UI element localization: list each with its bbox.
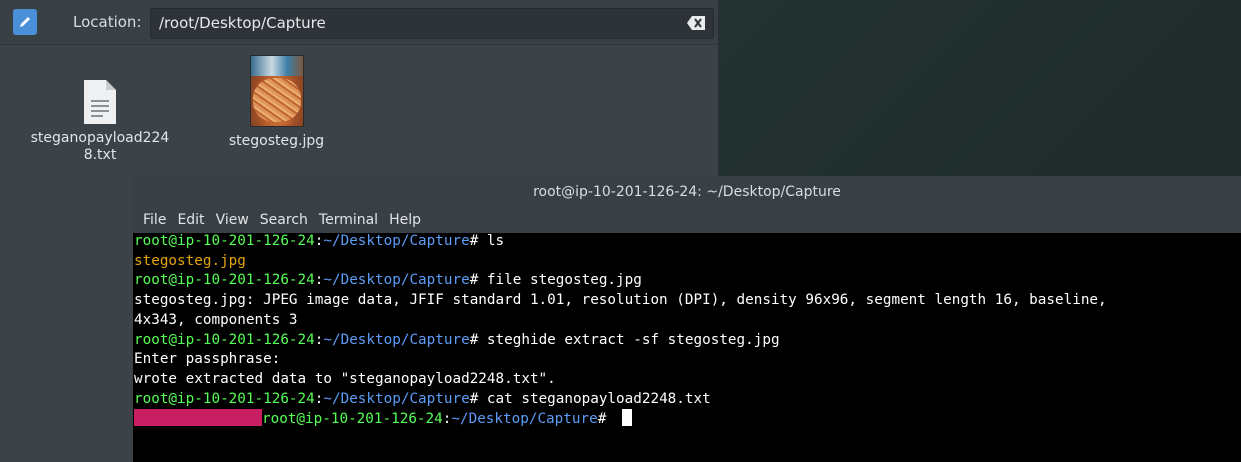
file-item-jpg[interactable]: stegosteg.jpg (214, 55, 339, 150)
command-text: cat steganopayload2248.txt (486, 390, 711, 407)
terminal-line: wrote extracted data to "steganopayload2… (134, 370, 1241, 390)
menu-view[interactable]: View (215, 208, 250, 233)
terminal-line: 4x343, components 3 (134, 311, 1241, 331)
terminal-window[interactable]: root@ip-10-201-126-24: ~/Desktop/Capture… (133, 176, 1241, 462)
file-item-txt[interactable]: steganopayload224 8.txt (25, 80, 175, 164)
prompt-path: ~/Desktop/Capture (323, 272, 470, 289)
prompt-path: ~/Desktop/Capture (451, 411, 598, 428)
prompt-path: ~/Desktop/Capture (323, 390, 470, 407)
terminal-line: root@ip-10-201-126-24:~/Desktop/Capture#… (134, 233, 505, 249)
output-text: Enter passphrase: (134, 351, 281, 368)
command-text: file stegosteg.jpg (486, 272, 642, 289)
text-cursor (621, 409, 632, 427)
file-name-line2: 8.txt (83, 147, 117, 163)
file-name: stegosteg.jpg (228, 133, 325, 149)
prompt-user: root@ip-10-201-126-24 (134, 390, 315, 407)
file-name-line1: steganopayload224 (30, 130, 170, 146)
command-text: ls (486, 233, 505, 249)
prompt-user: root@ip-10-201-126-24 (134, 272, 315, 289)
terminal-line: Enter passphrase: (134, 350, 1241, 370)
terminal-line: root@ip-10-201-126-24:~/Desktop/Capture#… (134, 331, 780, 348)
menu-search[interactable]: Search (259, 208, 309, 233)
menu-file[interactable]: File (142, 208, 167, 233)
text-file-icon (82, 80, 118, 124)
edit-location-button[interactable] (13, 9, 37, 35)
output-text: stegosteg.jpg (134, 252, 246, 269)
prompt-path: ~/Desktop/Capture (323, 233, 470, 249)
terminal-output[interactable]: root@ip-10-201-126-24:~/Desktop/Capture#… (133, 232, 1241, 462)
prompt-user: root@ip-10-201-126-24 (262, 411, 443, 428)
terminal-menubar: File Edit View Search Terminal Help (133, 208, 1241, 233)
prompt-user: root@ip-10-201-126-24 (134, 233, 315, 249)
output-text: wrote extracted data to "steganopayload2… (134, 370, 556, 387)
terminal-line: root@ip-10-201-126-24:~/Desktop/Capture# (134, 409, 1241, 430)
terminal-line: root@ip-10-201-126-24:~/Desktop/Capture#… (134, 272, 642, 289)
location-value[interactable]: /root/Desktop/Capture (159, 14, 326, 32)
clear-icon[interactable] (687, 16, 705, 30)
menu-edit[interactable]: Edit (176, 208, 205, 233)
command-text: steghide extract -sf stegosteg.jpg (486, 331, 780, 348)
location-toolbar: Location: /root/Desktop/Capture (0, 0, 718, 45)
location-field[interactable]: /root/Desktop/Capture (150, 8, 714, 39)
terminal-line: root@ip-10-201-126-24:~/Desktop/Capture#… (134, 390, 711, 407)
output-text: stegosteg.jpg: JPEG image data, JFIF sta… (134, 292, 1107, 309)
location-label: Location: (73, 13, 142, 31)
redaction-bar (134, 409, 262, 427)
prompt-path: ~/Desktop/Capture (323, 331, 470, 348)
image-thumbnail (249, 55, 304, 127)
terminal-line: stegosteg.jpg: JPEG image data, JFIF sta… (134, 291, 1241, 311)
prompt-user: root@ip-10-201-126-24 (134, 331, 315, 348)
output-text: 4x343, components 3 (134, 311, 298, 328)
pencil-icon (20, 17, 30, 27)
terminal-title: root@ip-10-201-126-24: ~/Desktop/Capture (133, 176, 1241, 208)
menu-help[interactable]: Help (388, 208, 422, 233)
terminal-line: stegosteg.jpg (134, 252, 1241, 272)
menu-terminal[interactable]: Terminal (318, 208, 379, 233)
